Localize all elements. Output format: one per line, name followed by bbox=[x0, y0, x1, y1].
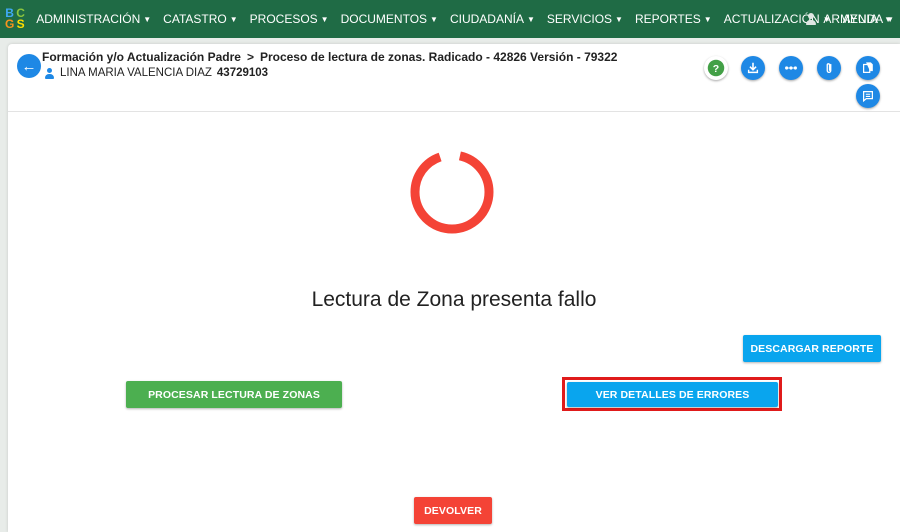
flow-button[interactable] bbox=[779, 56, 803, 80]
download-icon bbox=[747, 62, 759, 74]
copy-button[interactable] bbox=[856, 56, 880, 80]
back-button[interactable]: ← bbox=[17, 54, 41, 78]
caret-down-icon: ▼ bbox=[430, 14, 438, 24]
assigned-person: LINA MARIA VALENCIA DIAZ 43729103 bbox=[44, 67, 268, 79]
user-icon bbox=[805, 13, 817, 25]
breadcrumb-current: Proceso de lectura de zonas. Radicado - … bbox=[259, 50, 618, 64]
caret-down-icon: ▼ bbox=[143, 14, 152, 24]
nav-servicios[interactable]: SERVICIOS ▼ bbox=[541, 12, 629, 26]
caret-down-icon: ▼ bbox=[320, 14, 329, 24]
breadcrumb-separator: > bbox=[246, 50, 254, 64]
person-name: LINA MARIA VALENCIA DIAZ bbox=[60, 67, 212, 79]
status-title: Lectura de Zona presenta fallo bbox=[311, 288, 597, 311]
nav-procesos[interactable]: PROCESOS ▼ bbox=[244, 12, 335, 26]
person-icon bbox=[44, 67, 55, 79]
arrow-left-icon: ← bbox=[21, 57, 37, 75]
download-button[interactable] bbox=[741, 56, 765, 80]
caret-down-icon: ▼ bbox=[884, 14, 892, 24]
top-navbar: B C G S ADMINISTRACIÓN ▼ CATASTRO ▼ PROCES… bbox=[0, 0, 900, 38]
person-id: 43729103 bbox=[216, 67, 269, 79]
user-name: ARMENIA bbox=[823, 12, 879, 26]
caret-down-icon: ▼ bbox=[615, 14, 623, 24]
logo-letter-g: G bbox=[4, 17, 15, 31]
attach-button[interactable] bbox=[817, 56, 841, 80]
process-zones-button[interactable]: PROCESAR LECTURA DE ZONAS bbox=[126, 381, 342, 408]
breadcrumb: Formación y/o Actualización Padre > Proc… bbox=[42, 50, 617, 64]
download-report-button[interactable]: DESCARGAR REPORTE bbox=[743, 335, 881, 362]
comment-icon bbox=[863, 91, 873, 103]
nav-administracion[interactable]: ADMINISTRACIÓN ▼ bbox=[30, 12, 157, 26]
logo-letter-s: S bbox=[16, 17, 25, 31]
app-logo[interactable]: B C G S bbox=[0, 0, 30, 38]
user-menu[interactable]: ARMENIA ▼ bbox=[805, 0, 892, 38]
nav-ciudadania[interactable]: CIUDADANÍA ▼ bbox=[444, 12, 541, 26]
return-button[interactable]: DEVOLVER bbox=[414, 497, 492, 524]
copy-icon bbox=[863, 62, 873, 73]
process-card: ← Formación y/o Actualización Padre > Pr… bbox=[8, 44, 900, 532]
view-errors-button[interactable]: VER DETALLES DE ERRORES bbox=[567, 382, 778, 407]
flow-icon bbox=[785, 66, 797, 70]
help-icon: ? bbox=[707, 59, 725, 77]
nav-reportes[interactable]: REPORTES ▼ bbox=[629, 12, 718, 26]
comments-button[interactable] bbox=[856, 84, 880, 108]
paperclip-icon bbox=[826, 63, 832, 73]
nav-catastro[interactable]: CATASTRO ▼ bbox=[157, 12, 243, 26]
svg-text:?: ? bbox=[713, 63, 719, 75]
caret-down-icon: ▼ bbox=[526, 14, 535, 24]
nav-documentos[interactable]: DOCUMENTOS ▼ bbox=[335, 12, 444, 26]
caret-down-icon: ▼ bbox=[229, 14, 238, 24]
breadcrumb-parent[interactable]: Formación y/o Actualización Padre bbox=[42, 50, 241, 64]
help-button[interactable]: ? bbox=[704, 56, 728, 80]
process-header: ← Formación y/o Actualización Padre > Pr… bbox=[8, 44, 900, 112]
caret-down-icon: ▼ bbox=[703, 14, 712, 24]
error-loader-icon bbox=[410, 150, 494, 234]
